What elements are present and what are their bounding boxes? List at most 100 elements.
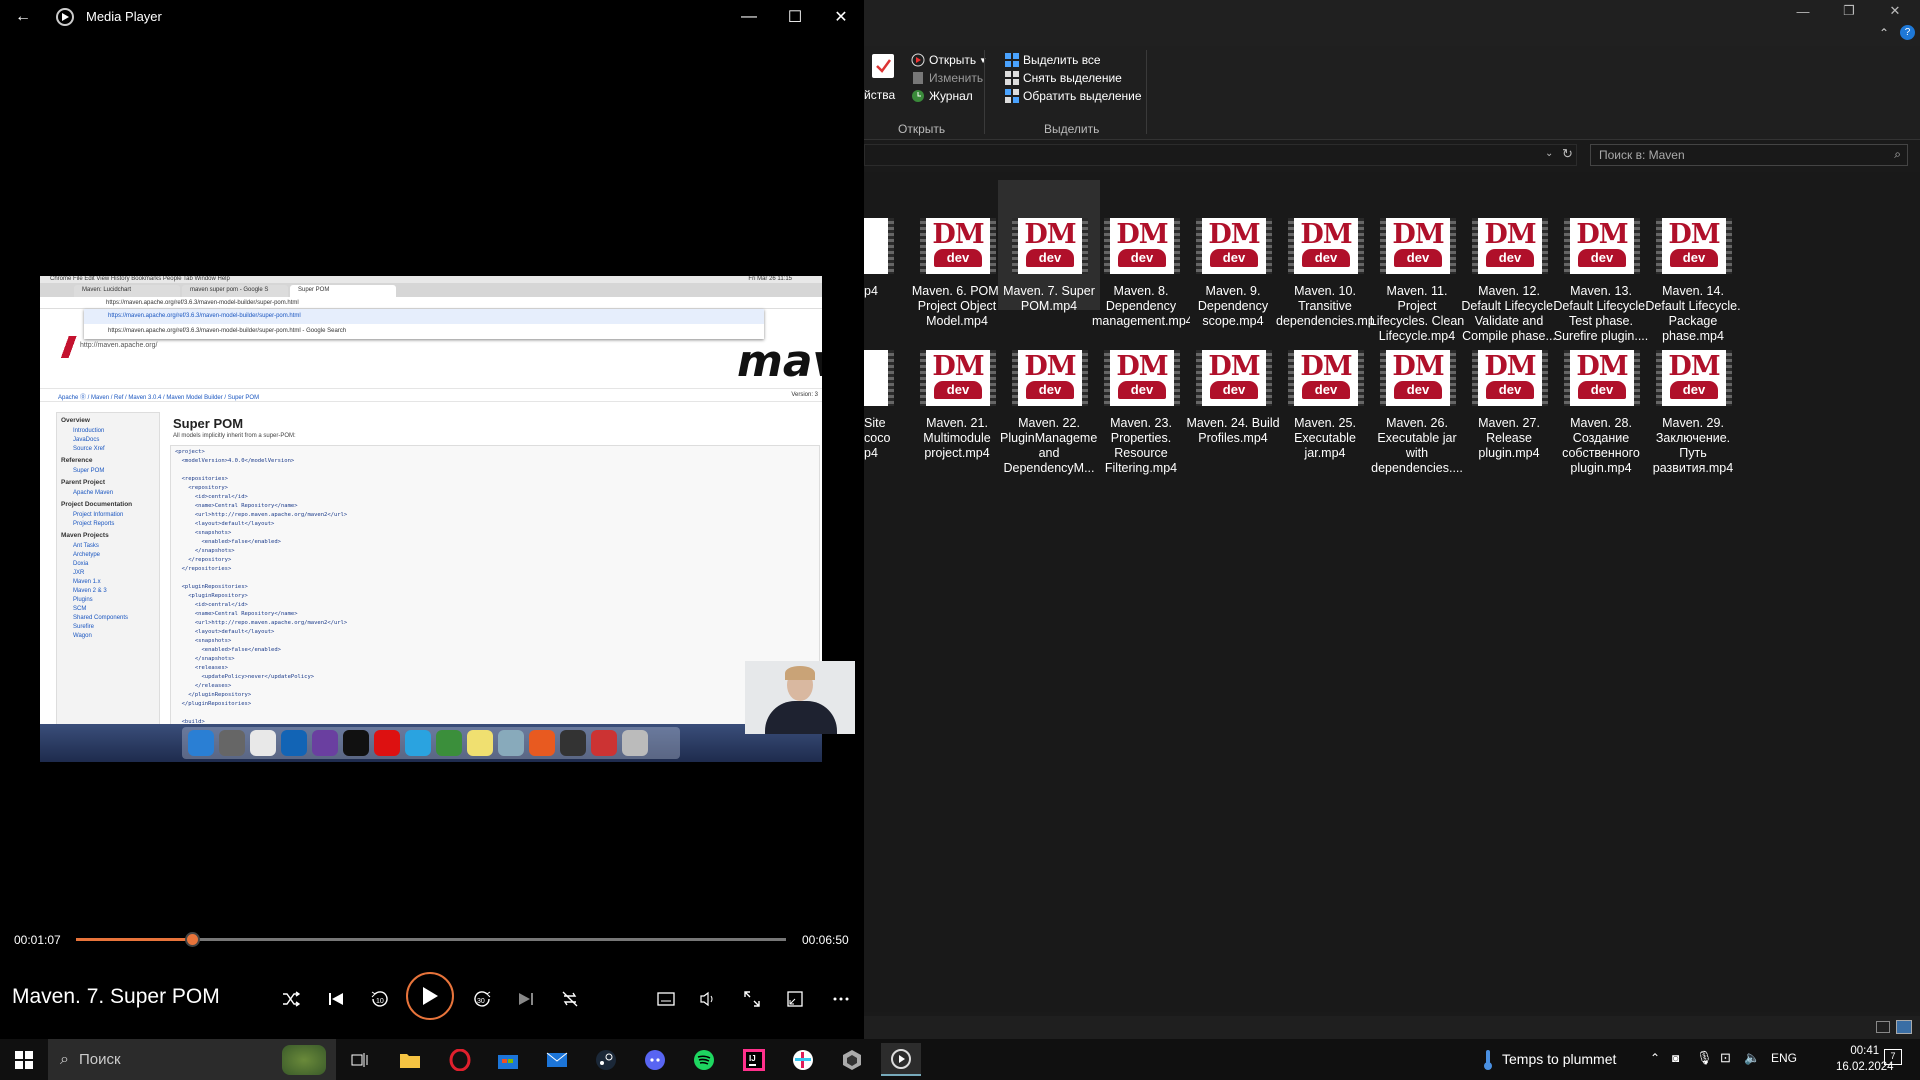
taskbar-file-explorer[interactable] <box>390 1043 430 1076</box>
more-options-button[interactable] <box>822 980 860 1018</box>
file-item[interactable]: DM dev Maven. 23. Properties. Resource Fil… <box>1090 312 1192 475</box>
invert-selection-button[interactable]: Обратить выделение <box>1004 86 1142 106</box>
language-indicator[interactable]: ENG <box>1771 1051 1797 1065</box>
taskbar-mail[interactable] <box>537 1043 577 1076</box>
file-item[interactable]: DM dev Maven. 6. POM. Project Object Model… <box>906 180 1008 328</box>
video-file-icon: DM dev <box>1196 218 1272 274</box>
open-button[interactable]: Открыть▼ <box>910 50 987 70</box>
tiles-view-icon[interactable] <box>1896 1020 1912 1034</box>
shuffle-button[interactable] <box>272 980 310 1018</box>
file-item[interactable]: DM dev Maven. 26. Executable jar with depe… <box>1366 312 1468 475</box>
show-hidden-icons-icon[interactable]: ⌃ <box>1650 1051 1660 1065</box>
next-button[interactable] <box>507 980 545 1018</box>
unity-icon <box>843 1049 861 1070</box>
search-highlight-icon <box>282 1045 326 1075</box>
minimize-button[interactable]: — <box>1780 0 1826 22</box>
file-item[interactable]: DM dev Maven. 24. Build Profiles.mp4 <box>1182 312 1284 445</box>
video-main-content: Super POM All models implicitly inherit … <box>170 412 820 757</box>
previous-button[interactable] <box>317 980 355 1018</box>
store-icon <box>498 1054 518 1069</box>
taskbar-store[interactable] <box>488 1043 528 1076</box>
microphone-icon[interactable]: 🎙 <box>1696 1050 1713 1066</box>
intellij-icon: IJ <box>743 1048 765 1071</box>
address-bar[interactable]: ⌄ ↻ <box>864 144 1577 166</box>
file-item[interactable]: DM dev Maven. 22. PluginManagement and Dep… <box>998 312 1100 475</box>
properties-icon[interactable] <box>872 54 894 78</box>
window-title: Media Player <box>86 9 162 24</box>
file-item[interactable]: DM dev Maven. 25. Executable jar.mp4 <box>1274 312 1376 460</box>
network-icon[interactable]: ⊡ <box>1720 1050 1731 1066</box>
file-item[interactable]: DM dev Maven. 29. Заключение. Путь развити… <box>1642 312 1744 475</box>
play-button[interactable] <box>406 972 454 1020</box>
play-icon <box>910 53 925 68</box>
thermometer-icon <box>1482 1049 1494 1076</box>
taskbar-intellij[interactable]: IJ <box>734 1043 774 1076</box>
repeat-button[interactable] <box>551 980 589 1018</box>
taskbar-media-player[interactable] <box>881 1043 921 1076</box>
file-item[interactable]: DM dev Maven. 27. Release plugin.mp4 <box>1458 312 1560 460</box>
deselect-button[interactable]: Снять выделение <box>1004 68 1122 88</box>
start-button[interactable] <box>4 1043 44 1076</box>
file-item[interactable]: DM dev Maven. 12. Default Lifecycle. Valid… <box>1458 180 1560 343</box>
file-item[interactable]: DM dev Maven. 14. Default Lifecycle. Packa… <box>1642 180 1744 343</box>
select-all-button[interactable]: Выделить все <box>1004 50 1101 70</box>
ribbon-divider <box>1146 50 1147 134</box>
taskbar-search[interactable]: ⌕ Поиск <box>48 1039 336 1080</box>
edit-button[interactable]: Изменить <box>910 68 983 88</box>
ribbon-divider <box>984 50 985 134</box>
subtitles-button[interactable] <box>647 980 685 1018</box>
notifications-icon[interactable]: 7 <box>1884 1049 1902 1065</box>
file-item-partial[interactable]: p4 <box>864 180 906 310</box>
file-item[interactable]: DM dev Maven. 8. Dependency management.mp4 <box>1090 180 1192 328</box>
file-item[interactable]: DM dev Maven. 7. Super POM.mp4 <box>998 180 1100 313</box>
rewind-10-icon: 10 <box>371 991 388 1007</box>
maximize-button[interactable]: ☐ <box>772 0 818 33</box>
weather-widget[interactable]: Temps to plummet <box>1502 1051 1616 1067</box>
file-item[interactable]: DM dev Maven. 11. Project Lifecycles. Clea… <box>1366 180 1468 343</box>
rewind-10-button[interactable]: 10 <box>361 980 399 1018</box>
history-button[interactable]: Журнал <box>910 86 973 106</box>
file-item[interactable]: DM dev Maven. 28. Создание собственного pl… <box>1550 312 1652 475</box>
help-icon[interactable]: ? <box>1900 25 1915 40</box>
volume-icon[interactable]: 🔈 <box>1744 1050 1760 1066</box>
forward-30-button[interactable]: 30 <box>463 980 501 1018</box>
video-browser-tabs: Maven: Lucidchart maven super pom - Goog… <box>40 283 822 297</box>
taskbar-opera[interactable] <box>440 1043 480 1076</box>
task-view-button[interactable] <box>340 1043 380 1076</box>
chevron-down-icon[interactable]: ⌄ <box>1545 148 1553 159</box>
file-item-partial[interactable]: Site coco p4 <box>864 312 906 460</box>
video-frame[interactable]: Chrome File Edit View History Bookmarks … <box>40 276 822 762</box>
volume-button[interactable] <box>689 980 727 1018</box>
taskbar-steam[interactable] <box>586 1043 626 1076</box>
taskbar-spotify[interactable] <box>684 1043 724 1076</box>
details-view-icon[interactable] <box>1876 1021 1890 1033</box>
skip-previous-icon <box>329 993 343 1005</box>
close-button[interactable]: ✕ <box>818 0 864 33</box>
fullscreen-button[interactable] <box>733 980 771 1018</box>
file-item[interactable]: DM dev Maven. 13. Default Lifecycle. Test … <box>1550 180 1652 343</box>
file-item[interactable]: DM dev Maven. 21. Multimodule project.mp4 <box>906 312 1008 460</box>
taskbar-unity[interactable] <box>832 1043 872 1076</box>
restore-button[interactable]: ❐ <box>1826 0 1872 22</box>
dock-app-icon <box>219 730 245 756</box>
refresh-icon[interactable]: ↻ <box>1562 146 1573 162</box>
search-input[interactable]: Поиск в: Maven ⌕ <box>1590 144 1908 166</box>
video-side-heading: Overview <box>61 417 90 424</box>
seek-bar-thumb[interactable] <box>184 932 200 947</box>
taskbar-discord[interactable] <box>635 1043 675 1076</box>
back-button[interactable]: ← <box>0 0 46 33</box>
file-name: Maven. 23. Properties. Resource Filterin… <box>1104 416 1178 475</box>
file-item[interactable]: DM dev Maven. 10. Transitive dependencies.… <box>1274 180 1376 328</box>
seek-bar-progress <box>76 938 192 941</box>
camera-icon[interactable]: ◙ <box>1672 1051 1679 1065</box>
seek-bar[interactable] <box>76 932 786 947</box>
file-item[interactable]: DM dev Maven. 9. Dependency scope.mp4 <box>1182 180 1284 328</box>
minimize-button[interactable]: — <box>726 0 772 33</box>
properties-button[interactable]: йства <box>864 88 895 102</box>
taskbar-slack[interactable] <box>783 1043 823 1076</box>
collapse-ribbon-icon[interactable]: ⌃ <box>1879 26 1889 40</box>
video-page-title: Super POM <box>173 416 244 431</box>
close-button[interactable]: ✕ <box>1872 0 1918 22</box>
mail-icon <box>546 1052 568 1067</box>
mini-player-button[interactable] <box>776 980 814 1018</box>
